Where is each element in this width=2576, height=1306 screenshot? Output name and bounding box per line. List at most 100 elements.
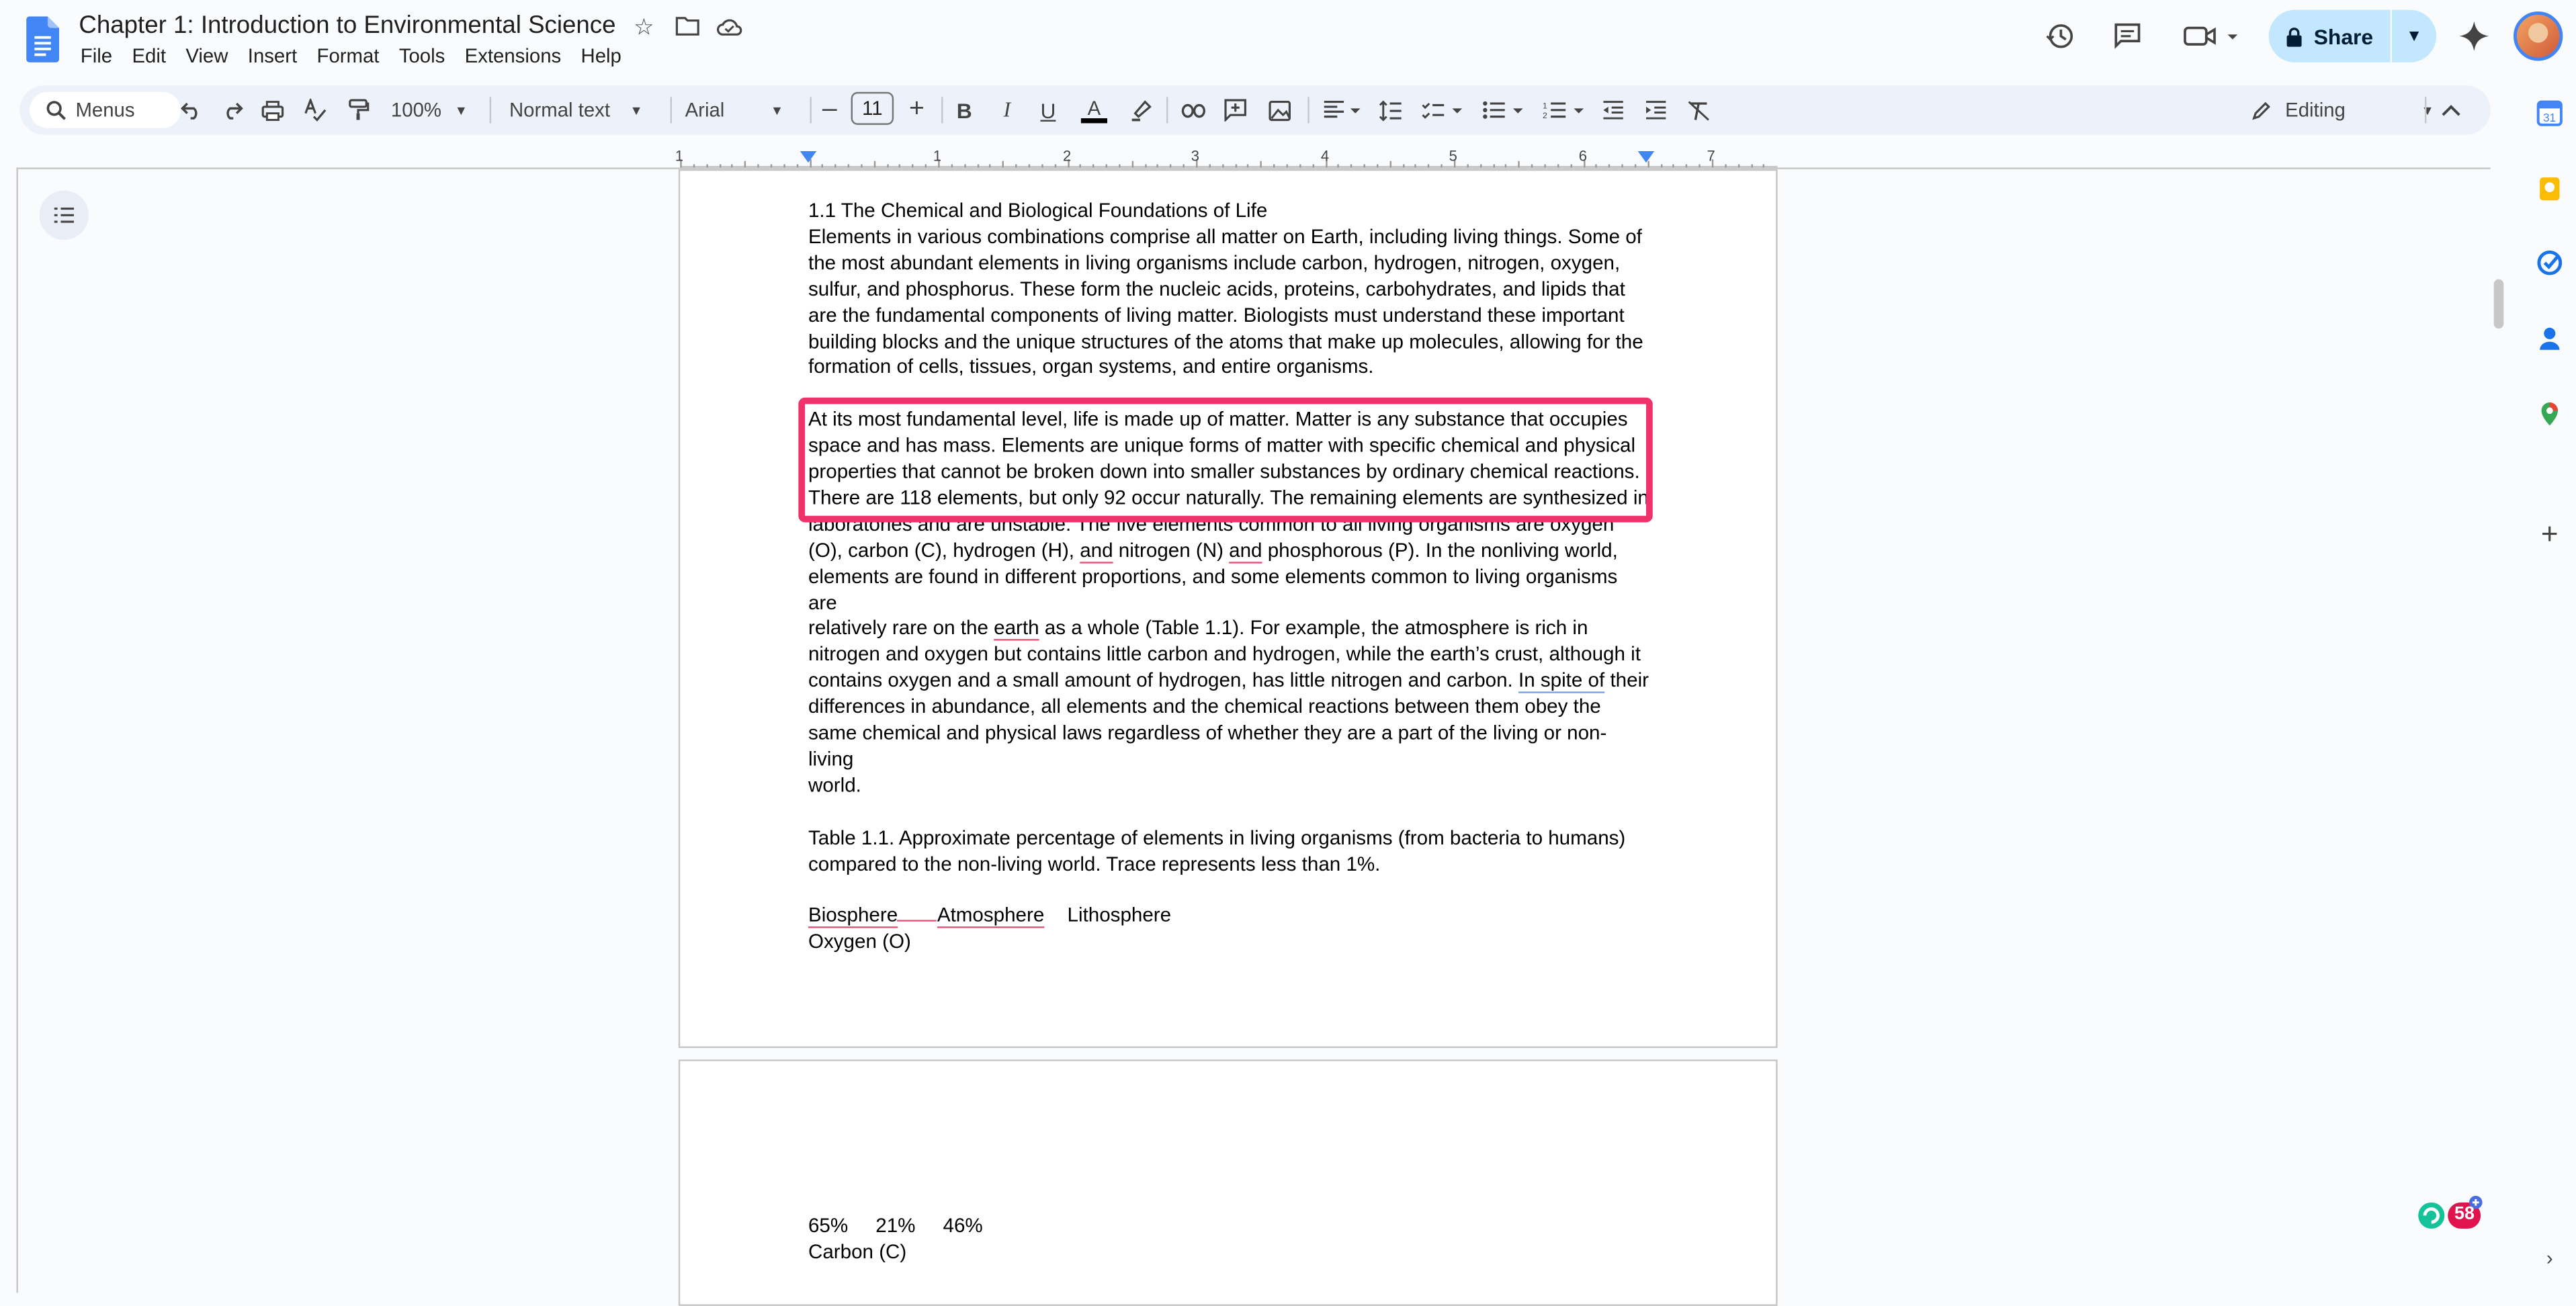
font-size-input[interactable]: 11 — [851, 91, 894, 125]
clear-formatting-icon[interactable] — [1686, 97, 1712, 123]
ruler-number: 7 — [1707, 148, 1715, 165]
redo-icon[interactable] — [218, 97, 245, 123]
increase-indent-icon[interactable] — [1643, 97, 1669, 123]
text-run: as a whole (Table 1.1). For example, the… — [1039, 617, 1588, 640]
highlight-color-icon[interactable] — [1127, 97, 1153, 123]
chevron-down-icon: ▼ — [770, 102, 784, 118]
star-icon[interactable]: ☆ — [631, 12, 657, 40]
undo-icon[interactable] — [177, 97, 204, 123]
share-button[interactable]: Share — [2269, 9, 2393, 62]
table-row-label: Carbon (C) — [808, 1239, 907, 1264]
text-color-icon[interactable]: A — [1079, 97, 1109, 123]
font-select[interactable]: Arial ▼ — [685, 97, 800, 123]
editing-mode-select[interactable]: Editing ▼ — [2241, 89, 2435, 132]
toolbar: Menus 100% ▼ Normal text ▼ Arial ▼ – 11 … — [19, 85, 2491, 135]
document-page[interactable] — [678, 1059, 1778, 1306]
bold-icon[interactable]: B — [955, 97, 974, 123]
decrease-indent-icon[interactable] — [1600, 97, 1627, 123]
paragraph-line: the most abundant elements in living org… — [808, 251, 1621, 274]
calendar-icon[interactable]: 31 — [2536, 100, 2563, 126]
spelling-suggestion[interactable]: earth — [994, 617, 1039, 640]
menu-view[interactable]: View — [185, 44, 236, 67]
table-values: 65% 21% 46% — [808, 1213, 983, 1237]
grammar-suggestion[interactable]: In spite of — [1518, 669, 1604, 692]
account-avatar[interactable] — [2514, 11, 2563, 61]
add-addon-icon[interactable]: + — [2536, 517, 2563, 550]
paragraph-style-select[interactable]: Normal text ▼ — [509, 97, 657, 123]
paragraph-line: formation of cells, tissues, organ syste… — [808, 355, 1374, 379]
selection-highlight-box — [798, 397, 1653, 523]
bulleted-list-icon[interactable] — [1482, 97, 1525, 123]
paragraph-line: building blocks and the unique structure… — [808, 329, 1643, 353]
menu-insert[interactable]: Insert — [248, 44, 306, 67]
line-spacing-icon[interactable] — [1377, 97, 1403, 123]
add-comment-icon[interactable] — [1222, 97, 1248, 123]
left-indent-marker[interactable] — [800, 150, 817, 163]
collapse-menus-icon[interactable] — [2438, 97, 2464, 123]
grammarly-badge[interactable]: 58 — [2415, 1196, 2487, 1235]
menu-extensions[interactable]: Extensions — [465, 44, 570, 67]
table-row-label: Oxygen (O) — [808, 930, 911, 953]
paragraph-line: relatively rare on the earth as a whole … — [808, 617, 1649, 643]
contacts-icon[interactable] — [2536, 325, 2563, 351]
document-title[interactable]: Chapter 1: Introduction to Environmental… — [79, 11, 615, 40]
font-value: Arial — [685, 98, 725, 122]
paragraph-line: Elements in various combinations compris… — [808, 224, 1642, 248]
insert-image-icon[interactable] — [1266, 97, 1293, 123]
keep-icon[interactable] — [2536, 176, 2563, 202]
menu-format[interactable]: Format — [317, 44, 388, 67]
ruler-number: 4 — [1320, 148, 1330, 165]
comments-icon[interactable] — [2108, 18, 2147, 54]
table-header-row: Biosphere Atmosphere Lithosphere — [808, 904, 1649, 930]
paint-format-icon[interactable] — [345, 97, 371, 123]
spelling-suggestion[interactable]: and — [1229, 538, 1262, 561]
document-outline-button[interactable] — [39, 190, 89, 240]
zoom-select[interactable]: 100% ▼ — [391, 97, 473, 123]
align-icon[interactable] — [1321, 97, 1364, 123]
spelling-suggestion[interactable]: and — [1080, 538, 1113, 561]
horizontal-ruler[interactable]: 1 1 2 3 4 5 6 7 — [675, 148, 1778, 168]
paragraph-line: differences in abundance, all elements a… — [808, 695, 1601, 719]
decrease-font-size-button[interactable]: – — [820, 95, 839, 124]
vertical-scrollbar[interactable] — [2493, 279, 2504, 329]
ruler-tick — [1131, 161, 1133, 168]
chevron-down-icon: ▼ — [454, 102, 468, 118]
move-folder-icon[interactable] — [673, 13, 699, 40]
numbered-list-icon[interactable]: 12 — [1543, 97, 1586, 123]
gemini-sparkle-icon[interactable] — [2454, 18, 2494, 54]
insert-link-icon[interactable] — [1180, 97, 1206, 123]
italic-icon[interactable]: I — [997, 97, 1017, 123]
section-heading: 1.1 The Chemical and Biological Foundati… — [808, 198, 1268, 222]
share-dropdown-icon[interactable]: ▼ — [2392, 27, 2436, 45]
text-run: their — [1604, 668, 1649, 693]
table-header-cell: Lithosphere — [1067, 904, 1172, 928]
cloud-saved-icon[interactable] — [716, 13, 742, 40]
menu-tools[interactable]: Tools — [399, 44, 454, 67]
menu-file[interactable]: File — [81, 44, 121, 67]
google-docs-icon[interactable] — [26, 16, 60, 62]
right-indent-marker[interactable] — [1637, 150, 1655, 163]
document-body[interactable]: 1.1 The Chemical and Biological Foundati… — [808, 199, 1649, 957]
menu-edit[interactable]: Edit — [132, 44, 174, 67]
paragraph-line: are the fundamental components of living… — [808, 303, 1625, 326]
print-icon[interactable] — [259, 97, 286, 123]
spellcheck-icon[interactable] — [302, 97, 329, 123]
svg-text:1: 1 — [1543, 101, 1547, 110]
search-menus-input[interactable]: Menus — [30, 91, 181, 128]
side-panel: 31 + › — [2524, 85, 2576, 1293]
checklist-icon[interactable] — [1421, 97, 1464, 123]
maps-icon[interactable] — [2536, 401, 2563, 427]
ruler-number: 1 — [675, 148, 684, 165]
document-body-page2[interactable]: 65% 21% 46% Carbon (C) — [808, 1214, 1649, 1266]
share-button-group: Share ▼ — [2268, 9, 2437, 62]
meet-icon[interactable] — [2178, 18, 2244, 54]
underline-icon[interactable]: U — [1038, 97, 1058, 123]
search-icon — [46, 101, 66, 120]
tasks-icon[interactable] — [2536, 250, 2563, 276]
menu-help[interactable]: Help — [581, 44, 630, 67]
version-history-icon[interactable] — [2041, 18, 2080, 54]
table-header-cell: Biosphere — [808, 904, 898, 928]
chevron-right-icon[interactable]: › — [2536, 1245, 2563, 1271]
ruler-number: 1 — [933, 148, 942, 165]
increase-font-size-button[interactable]: + — [907, 95, 927, 124]
